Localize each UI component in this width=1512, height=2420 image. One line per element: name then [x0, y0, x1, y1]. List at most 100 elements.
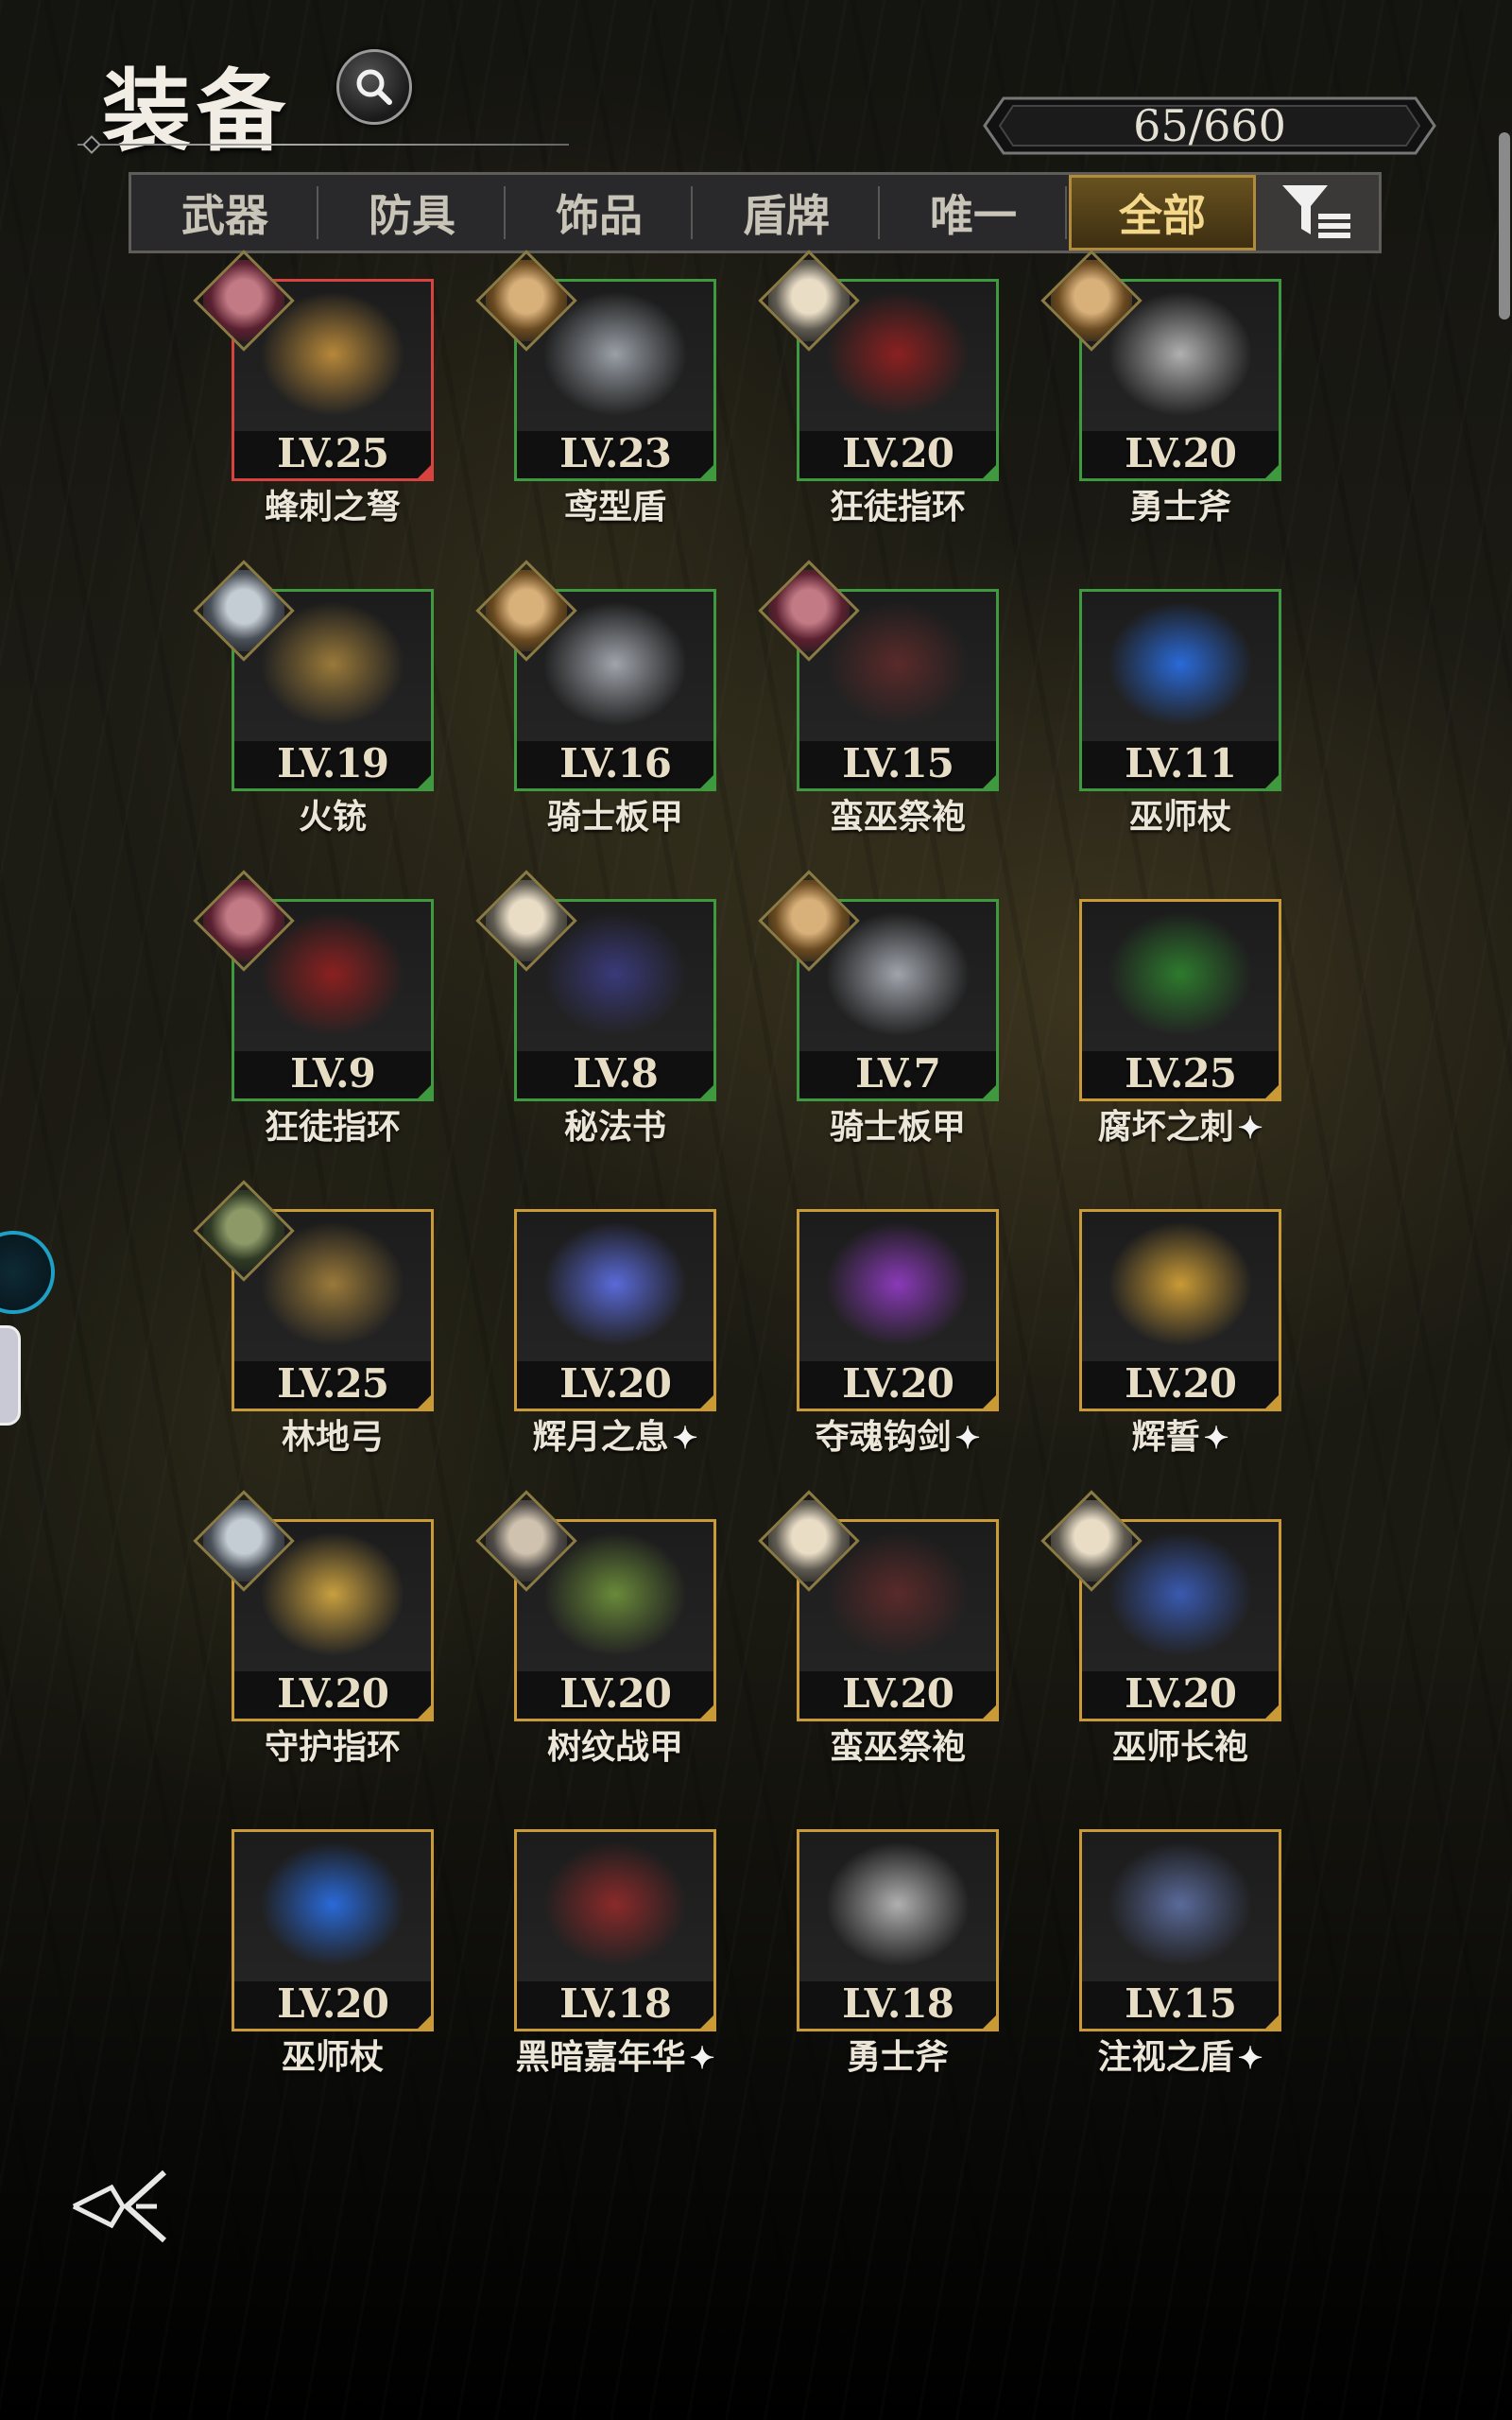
rarity-corner	[1263, 772, 1281, 791]
equipment-item[interactable]: LV.20	[475, 1490, 716, 1721]
equipment-item[interactable]: LV.11	[1079, 589, 1281, 791]
equipment-item[interactable]: LV.20	[1040, 250, 1281, 481]
equipment-item[interactable]: LV.25	[193, 250, 434, 481]
count-text: 65/660	[1133, 100, 1286, 151]
item-name-text: 骑士板甲	[546, 797, 683, 837]
item-name-text: 守护指环	[264, 1727, 401, 1767]
item-level: LV.20	[1125, 430, 1237, 476]
item-level: LV.20	[842, 1670, 954, 1717]
equipment-item[interactable]: LV.20	[232, 1829, 434, 2031]
equipment-item[interactable]: LV.15	[1079, 1829, 1281, 2031]
item-level: LV.20	[277, 1980, 389, 2027]
equipment-item[interactable]: LV.15	[758, 560, 999, 791]
equipment-item[interactable]: LV.20	[758, 1490, 999, 1721]
item-name: 巫师长袍	[1039, 1720, 1322, 1769]
equipment-item[interactable]: LV.20	[1040, 1490, 1281, 1721]
item-name-text: 蛮巫祭袍	[829, 1727, 966, 1767]
item-level: LV.9	[290, 1050, 376, 1097]
item-name: 辉誓 ✦	[1039, 1409, 1322, 1459]
equipment-item[interactable]: LV.9	[193, 870, 434, 1101]
equipment-item[interactable]: LV.20	[193, 1490, 434, 1721]
item-level: LV.20	[559, 1670, 672, 1717]
equipment-item[interactable]: LV.16	[475, 560, 716, 791]
item-name: 骑士板甲	[473, 789, 757, 838]
star-icon: ✦	[672, 1420, 698, 1456]
item-name: 巫师杖	[191, 2030, 474, 2079]
item-name-text: 腐坏之刺	[1097, 1107, 1234, 1147]
page-title: 装备	[102, 60, 292, 164]
tab-unique[interactable]: 唯一	[880, 175, 1067, 251]
rarity-corner	[415, 2013, 434, 2031]
star-icon: ✦	[1237, 2040, 1263, 2076]
floating-assistant-button[interactable]	[0, 1231, 55, 1314]
item-name-text: 狂徒指环	[829, 487, 966, 527]
rarity-corner	[1263, 1392, 1281, 1411]
item-level: LV.20	[842, 430, 954, 476]
rarity-corner	[697, 1082, 716, 1101]
rarity-corner	[415, 1392, 434, 1411]
item-name-text: 骑士板甲	[829, 1107, 966, 1147]
equipment-item[interactable]: LV.25	[1079, 899, 1281, 1101]
equipment-item[interactable]: LV.20	[758, 250, 999, 481]
equipment-item[interactable]: LV.23	[475, 250, 716, 481]
item-name: 蛮巫祭袍	[756, 789, 1040, 838]
item-name: 黑暗嘉年华 ✦	[473, 2030, 757, 2079]
tab-shield[interactable]: 盾牌	[693, 175, 880, 251]
item-image	[1090, 1840, 1271, 1983]
rarity-corner	[415, 462, 434, 481]
rarity-corner	[415, 1082, 434, 1101]
item-name: 树纹战甲	[473, 1720, 757, 1769]
item-name-text: 夺魂钩剑	[815, 1417, 952, 1457]
rarity-corner	[697, 462, 716, 481]
filter-button[interactable]	[1256, 175, 1379, 251]
item-name: 巫师杖	[1039, 789, 1322, 838]
item-name: 注视之盾 ✦	[1039, 2030, 1322, 2079]
item-level: LV.8	[573, 1050, 659, 1097]
filter-icon	[1282, 185, 1350, 238]
rarity-corner	[415, 772, 434, 791]
item-name: 勇士斧	[756, 2030, 1040, 2079]
equipment-item[interactable]: LV.7	[758, 870, 999, 1101]
item-level: LV.18	[559, 1980, 672, 2027]
equipment-item[interactable]: LV.20	[514, 1209, 716, 1411]
item-name-text: 巫师长袍	[1111, 1727, 1248, 1767]
floating-side-handle[interactable]	[0, 1325, 21, 1426]
item-name-text: 蛮巫祭袍	[829, 797, 966, 837]
item-level: LV.25	[1125, 1050, 1237, 1097]
item-name: 秘法书	[473, 1099, 757, 1149]
tab-accessory[interactable]: 饰品	[506, 175, 693, 251]
equipment-item[interactable]: LV.8	[475, 870, 716, 1101]
item-name: 辉月之息 ✦	[473, 1409, 757, 1459]
scrollbar-thumb[interactable]	[1499, 132, 1510, 320]
rarity-corner	[980, 1082, 999, 1101]
equipment-item[interactable]: LV.20	[797, 1209, 999, 1411]
item-name: 林地弓	[191, 1409, 474, 1459]
item-name-text: 秘法书	[563, 1107, 666, 1147]
item-image	[524, 1219, 706, 1363]
item-name-text: 辉誓	[1131, 1417, 1200, 1457]
equipment-item[interactable]: LV.18	[797, 1829, 999, 2031]
back-icon	[72, 2169, 167, 2243]
equipment-item[interactable]: LV.25	[193, 1180, 434, 1411]
item-name-text: 注视之盾	[1097, 2037, 1234, 2077]
item-image	[807, 1840, 988, 1983]
search-button[interactable]	[336, 49, 412, 125]
tab-weapon[interactable]: 武器	[131, 175, 318, 251]
item-image	[1090, 599, 1271, 743]
item-level: LV.20	[842, 1360, 954, 1407]
equipment-item[interactable]: LV.18	[514, 1829, 716, 2031]
tab-all[interactable]: 全部	[1069, 175, 1256, 251]
item-name-text: 辉月之息	[532, 1417, 669, 1457]
title-divider	[77, 144, 569, 146]
item-image	[242, 1840, 423, 1983]
equipment-item[interactable]: LV.20	[1079, 1209, 1281, 1411]
back-button[interactable]	[70, 2165, 174, 2254]
item-image	[1090, 909, 1271, 1053]
equipment-item[interactable]: LV.19	[193, 560, 434, 791]
star-icon: ✦	[954, 1420, 981, 1456]
tab-armor[interactable]: 防具	[318, 175, 506, 251]
item-level: LV.23	[559, 430, 672, 476]
item-image	[524, 1840, 706, 1983]
item-level: LV.7	[855, 1050, 941, 1097]
star-icon: ✦	[1203, 1420, 1229, 1456]
